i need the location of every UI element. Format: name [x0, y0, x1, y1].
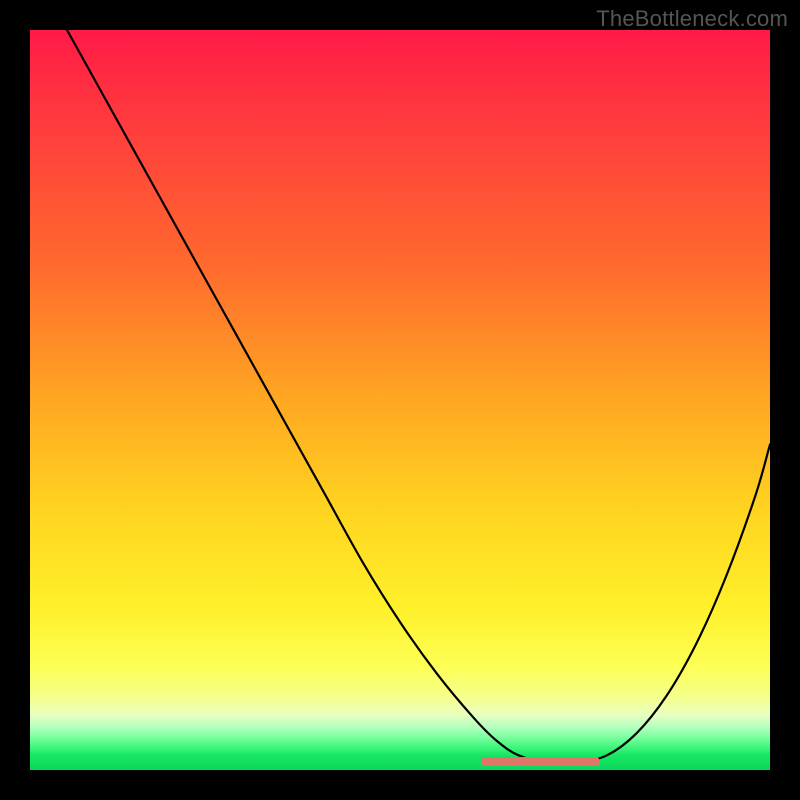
watermark-text: TheBottleneck.com — [596, 6, 788, 32]
plot-area — [30, 30, 770, 770]
bottleneck-curve — [30, 30, 770, 770]
optimal-range-marker — [481, 757, 599, 766]
chart-frame: TheBottleneck.com — [0, 0, 800, 800]
